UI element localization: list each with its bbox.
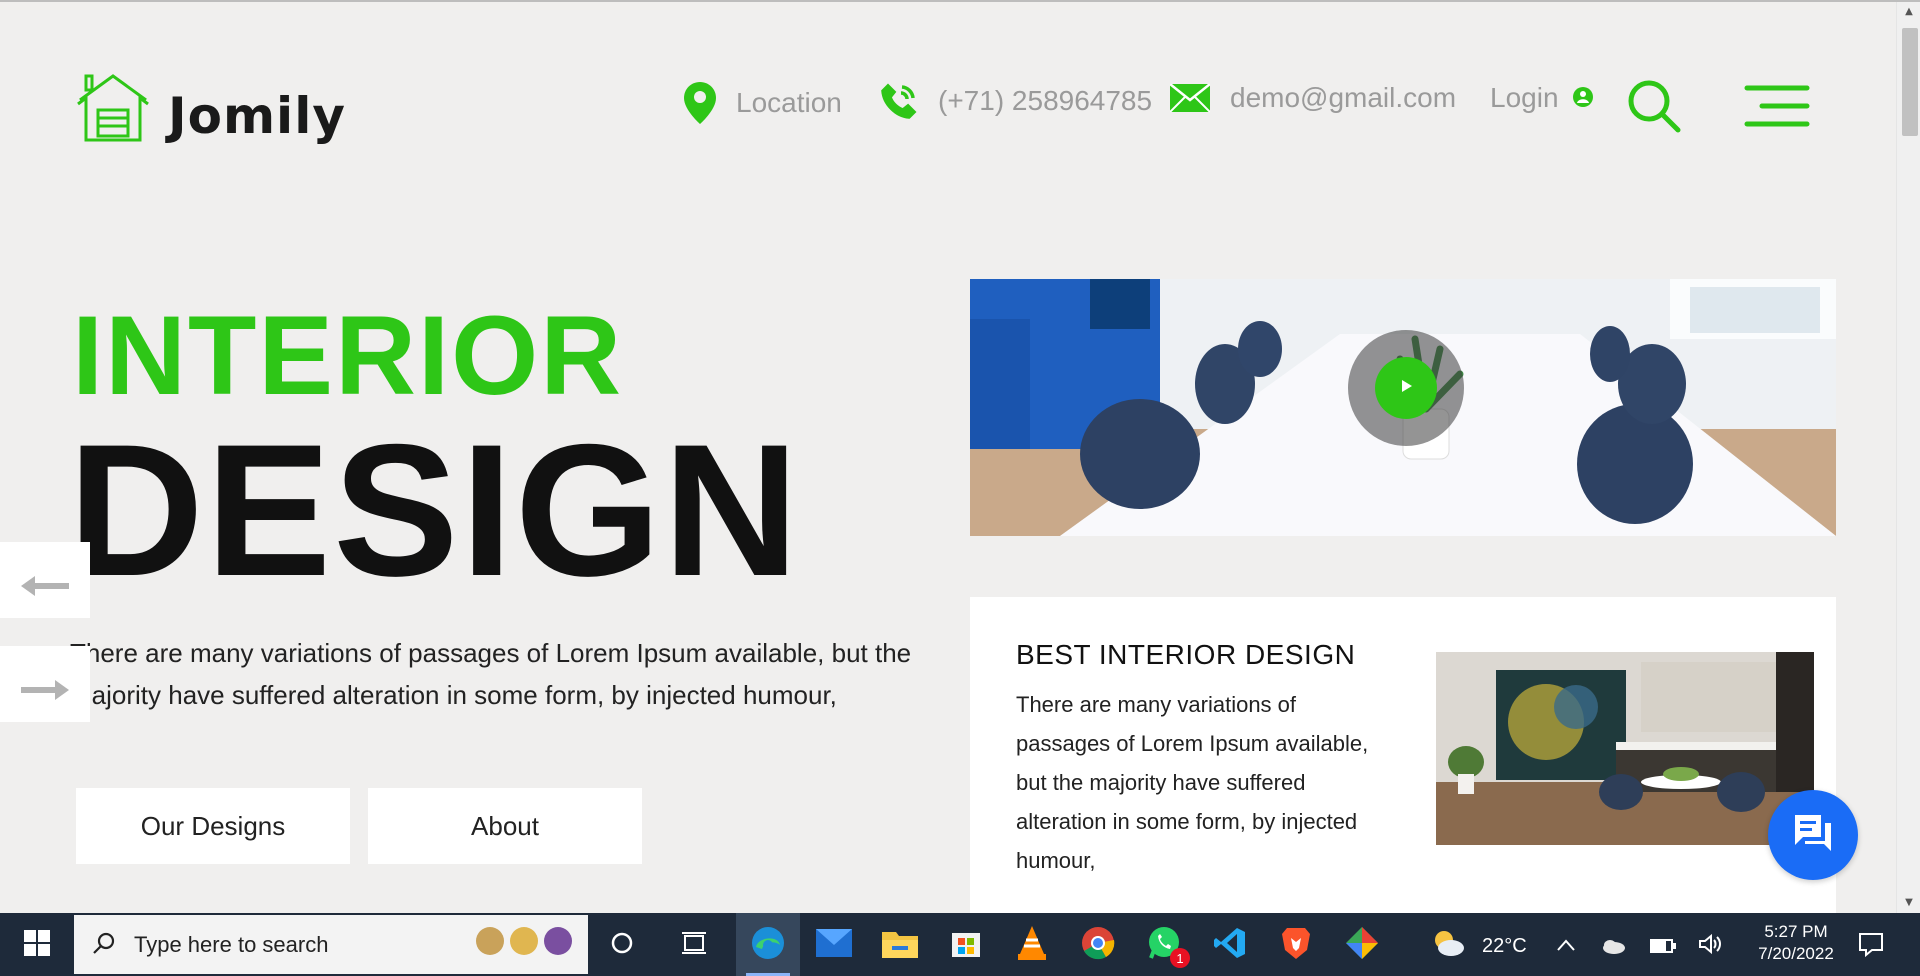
map-pin-icon: [684, 82, 716, 124]
app-diamond-icon: [1345, 926, 1379, 964]
magnifier-icon: [92, 931, 116, 959]
taskbar-vscode[interactable]: [1198, 913, 1262, 976]
scroll-up-icon[interactable]: ▲: [1897, 2, 1920, 22]
phone-icon: [880, 82, 918, 120]
notification-badge: 1: [1170, 948, 1190, 968]
play-icon: [1398, 378, 1414, 398]
user-icon: [1572, 82, 1593, 114]
envelope-icon: [1170, 84, 1210, 112]
search-button[interactable]: [1626, 78, 1682, 134]
chrome-icon: [1081, 926, 1115, 964]
our-designs-button[interactable]: Our Designs: [76, 788, 350, 864]
clock-time: 5:27 PM: [1764, 922, 1828, 941]
volume-icon[interactable]: [1698, 933, 1722, 960]
arrow-left-icon: [21, 553, 69, 607]
kitchen-image: [1436, 652, 1814, 845]
partly-cloudy-icon: [1430, 928, 1466, 962]
slider-next-button[interactable]: [0, 646, 90, 722]
start-button[interactable]: [0, 913, 74, 976]
taskbar-search-box[interactable]: Type here to search: [74, 915, 588, 974]
vlc-icon: [1017, 925, 1047, 964]
house-logo-icon: [76, 70, 150, 148]
windows-icon: [24, 929, 50, 960]
scroll-down-icon[interactable]: ▼: [1897, 893, 1920, 913]
taskbar-chrome[interactable]: [1066, 913, 1130, 976]
system-clock[interactable]: 5:27 PM 7/20/2022: [1746, 921, 1846, 965]
phone-number: (+71) 258964785: [938, 85, 1153, 116]
top-border: [0, 0, 1920, 2]
hero-title-line2: DESIGN: [68, 405, 801, 615]
header-location[interactable]: Location: [684, 82, 842, 124]
notification-center-icon[interactable]: [1858, 931, 1884, 962]
hero-title-line1: INTERIOR: [72, 293, 624, 418]
search-highlight-icon: [476, 927, 572, 955]
search-icon: [1626, 80, 1682, 138]
windows-taskbar: Type here to search 1 22°C 5:27 PM 7/20/…: [0, 913, 1920, 976]
battery-icon[interactable]: [1650, 935, 1676, 959]
site-logo[interactable]: Jomily: [76, 70, 346, 148]
brave-icon: [1281, 926, 1311, 964]
cortana-icon: [610, 931, 634, 959]
feature-card: BEST INTERIOR DESIGN There are many vari…: [970, 597, 1836, 913]
location-label: Location: [736, 87, 842, 118]
edge-icon: [750, 925, 786, 965]
task-view-button[interactable]: [662, 913, 726, 976]
header-email[interactable]: demo@gmail.com: [1170, 82, 1456, 114]
login-label: Login: [1490, 82, 1559, 113]
chevron-up-icon[interactable]: [1556, 933, 1576, 957]
arrow-right-icon: [21, 657, 69, 711]
login-link[interactable]: Login: [1490, 82, 1593, 114]
search-placeholder: Type here to search: [134, 931, 329, 957]
vscode-icon: [1213, 926, 1247, 964]
play-video-button[interactable]: [1348, 330, 1464, 446]
header-phone[interactable]: (+71) 258964785: [880, 82, 1152, 120]
taskbar-brave[interactable]: [1264, 913, 1328, 976]
hero-description: There are many variations of passages of…: [70, 638, 912, 710]
task-view-icon: [681, 931, 707, 959]
email-address: demo@gmail.com: [1230, 82, 1457, 113]
weather-widget[interactable]: [1420, 913, 1476, 976]
taskbar-store[interactable]: [934, 913, 998, 976]
taskbar-app[interactable]: [1330, 913, 1394, 976]
card-title: BEST INTERIOR DESIGN: [1016, 639, 1356, 670]
chat-icon: [1791, 811, 1835, 859]
onedrive-icon[interactable]: [1600, 935, 1626, 959]
about-button[interactable]: About: [368, 788, 642, 864]
taskbar-mail[interactable]: [802, 913, 866, 976]
clock-date: 7/20/2022: [1758, 944, 1834, 963]
temperature[interactable]: 22°C: [1482, 935, 1527, 958]
slider-prev-button[interactable]: [0, 542, 90, 618]
chat-button[interactable]: [1768, 790, 1858, 880]
mail-icon: [816, 928, 852, 961]
taskbar-whatsapp[interactable]: 1: [1132, 913, 1196, 976]
brand-name: Jomily: [168, 87, 346, 145]
hamburger-icon: [1744, 85, 1810, 132]
scrollbar-thumb[interactable]: [1902, 28, 1918, 136]
page-scrollbar[interactable]: ▲ ▼: [1896, 2, 1920, 913]
taskbar-vlc[interactable]: [1000, 913, 1064, 976]
store-icon: [950, 927, 982, 963]
taskbar-edge[interactable]: [736, 913, 800, 976]
cortana-button[interactable]: [590, 913, 654, 976]
browser-viewport: Jomily Location (+71) 258964785 demo@gma…: [0, 0, 1920, 913]
taskbar-file-explorer[interactable]: [868, 913, 932, 976]
menu-button[interactable]: [1744, 84, 1810, 128]
folder-icon: [882, 928, 918, 962]
card-text: There are many variations of passages of…: [1016, 692, 1369, 873]
